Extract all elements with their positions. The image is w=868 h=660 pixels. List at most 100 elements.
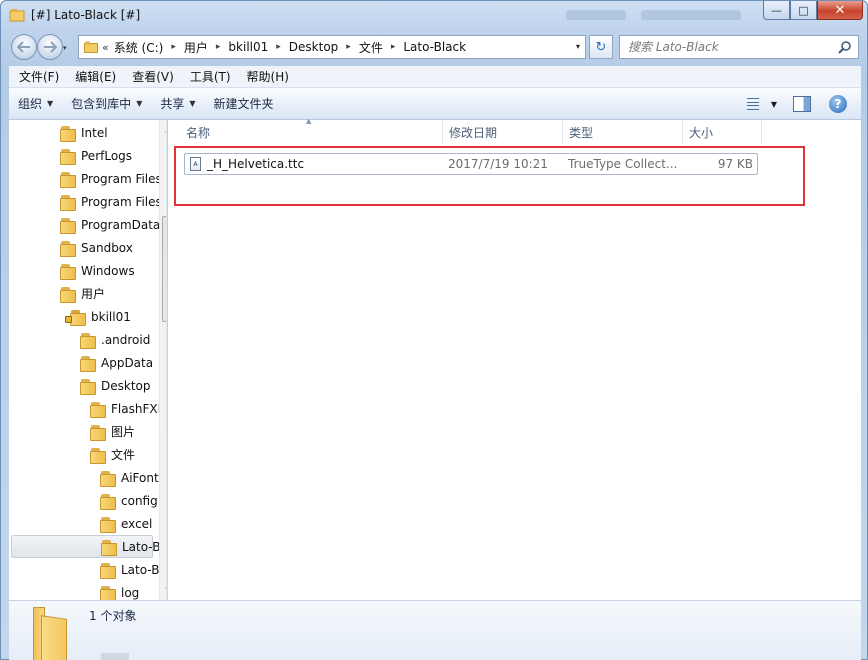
tree-item[interactable]: Lato-Bold [99, 558, 166, 581]
breadcrumb-user[interactable]: bkill01 [228, 40, 268, 54]
folder-icon [79, 355, 96, 372]
help-icon[interactable]: ? [829, 95, 847, 113]
tree-item-label: 图片 [111, 425, 136, 439]
address-history-dropdown[interactable]: ▾ [576, 42, 580, 51]
folder-icon [89, 447, 106, 464]
navigation-pane[interactable]: Intel PerfLogs Program Files Program Files … [9, 120, 167, 600]
menu-view[interactable]: 查看(V) [124, 66, 182, 88]
navigation-scrollbar[interactable]: ▲ ▼ [159, 120, 166, 600]
tree-item[interactable]: Lato-Black [11, 535, 166, 558]
folder-icon [59, 286, 76, 303]
tree-item-label: .android [101, 332, 151, 347]
column-header-type[interactable]: 类型 [563, 120, 683, 144]
menu-help[interactable]: 帮助(H) [239, 66, 297, 88]
tree-item[interactable]: ProgramData [59, 213, 160, 236]
folder-icon [9, 9, 25, 22]
breadcrumb-files[interactable]: 文件 [359, 39, 383, 56]
breadcrumb-overflow-chevron[interactable]: « [102, 41, 109, 54]
title-redacted-area [566, 10, 626, 20]
tree-item[interactable]: Sandbox [59, 236, 133, 259]
column-header-name[interactable]: 名称 [180, 120, 443, 144]
tree-item[interactable]: Program Files (x86) [59, 190, 166, 213]
dropdown-arrow-icon: ▼ [47, 99, 54, 108]
breadcrumb-desktop[interactable]: Desktop [289, 40, 339, 54]
breadcrumb-drive[interactable]: 系统 (C:) [114, 39, 164, 56]
menu-tools[interactable]: 工具(T) [182, 66, 239, 88]
folder-icon [59, 240, 76, 257]
item-count: 1 个对象 [89, 609, 137, 623]
title-bar[interactable]: [#] Lato-Black [#] — □ ✕ [1, 1, 868, 31]
explorer-window: [#] Lato-Black [#] — □ ✕ ▾ « 系统 (C:) ▸ 用… [0, 0, 868, 660]
folder-icon [59, 125, 76, 142]
tree-item[interactable]: config [99, 489, 158, 512]
breadcrumb-separator[interactable]: ▸ [216, 42, 221, 52]
breadcrumb-current[interactable]: Lato-Black [403, 40, 466, 54]
refresh-button[interactable]: ↻ [589, 35, 613, 59]
scroll-down-arrow[interactable]: ▼ [160, 582, 166, 598]
forward-arrow-icon [44, 41, 57, 53]
tree-item-label: PerfLogs [81, 148, 133, 163]
folder-icon [89, 424, 106, 441]
breadcrumb-separator[interactable]: ▸ [346, 42, 351, 52]
organize-button[interactable]: 组织 ▼ [9, 88, 62, 120]
tree-item[interactable]: PerfLogs [59, 144, 132, 167]
include-in-library-button[interactable]: 包含到库中 ▼ [62, 88, 151, 120]
tree-item[interactable]: 图片 [89, 420, 135, 443]
tree-item-label: Desktop [101, 378, 151, 393]
breadcrumb-separator[interactable]: ▸ [391, 42, 396, 52]
scroll-thumb[interactable] [162, 216, 166, 322]
minimize-icon: — [771, 3, 782, 17]
maximize-button[interactable]: □ [790, 1, 817, 20]
tree-item-label: Program Files (x86) [81, 194, 166, 209]
tree-item[interactable]: 文件 [89, 443, 135, 466]
organize-label: 组织 [18, 97, 43, 111]
folder-icon [99, 493, 116, 510]
menu-edit[interactable]: 编辑(E) [67, 66, 124, 88]
tree-item[interactable]: log [99, 581, 139, 600]
tree-item[interactable]: .android [79, 328, 150, 351]
close-button[interactable]: ✕ [817, 1, 863, 20]
tree-item[interactable]: Intel [59, 121, 108, 144]
search-box[interactable] [619, 35, 859, 59]
scroll-up-arrow[interactable]: ▲ [160, 122, 166, 138]
folder-icon [29, 607, 73, 660]
new-folder-button[interactable]: 新建文件夹 [205, 88, 283, 120]
annotation-highlight-box [174, 146, 805, 206]
column-header-date[interactable]: 修改日期 [443, 120, 563, 144]
tree-item[interactable]: Windows [59, 259, 135, 282]
recent-pages-dropdown[interactable]: ▾ [63, 44, 67, 52]
preview-pane-icon[interactable] [793, 96, 811, 112]
address-bar[interactable]: « 系统 (C:) ▸ 用户 ▸ bkill01 ▸ Desktop ▸ 文件 … [78, 35, 586, 59]
file-list-pane[interactable]: ▲ 名称 修改日期 类型 大小 A _H_Helvetica.ttc 2017/… [168, 117, 861, 600]
tree-item[interactable]: excel [99, 512, 152, 535]
back-button[interactable] [11, 34, 37, 60]
column-header-size[interactable]: 大小 [683, 120, 762, 144]
menu-file[interactable]: 文件(F) [11, 66, 67, 88]
tree-item-label: ProgramData [81, 217, 161, 232]
folder-icon [99, 562, 116, 579]
forward-button[interactable] [37, 34, 63, 60]
breadcrumb-separator[interactable]: ▸ [276, 42, 281, 52]
redacted-area [101, 653, 129, 660]
tree-item-label: Sandbox [81, 240, 133, 255]
share-button[interactable]: 共享 ▼ [151, 88, 204, 120]
search-icon[interactable] [838, 40, 852, 54]
locked-folder-icon [65, 309, 86, 326]
view-options-dropdown[interactable]: ▼ [771, 100, 777, 109]
folder-icon [59, 194, 76, 211]
tree-item[interactable]: AiFont [99, 466, 159, 489]
breadcrumb-users[interactable]: 用户 [184, 39, 208, 56]
tree-item[interactable]: AppData [79, 351, 153, 374]
tree-item[interactable]: FlashFXP [89, 397, 165, 420]
tree-item[interactable]: Desktop [79, 374, 151, 397]
tree-item[interactable]: Program Files [59, 167, 162, 190]
minimize-button[interactable]: — [763, 1, 790, 20]
tree-item[interactable]: bkill01 [65, 305, 131, 328]
folder-icon [99, 585, 116, 600]
back-arrow-icon [17, 41, 30, 53]
tree-item[interactable]: 用户 [59, 282, 105, 305]
change-view-button[interactable] [746, 96, 767, 112]
tree-item-label: Intel [81, 125, 108, 140]
search-input[interactable] [620, 36, 830, 58]
breadcrumb-separator[interactable]: ▸ [171, 42, 176, 52]
